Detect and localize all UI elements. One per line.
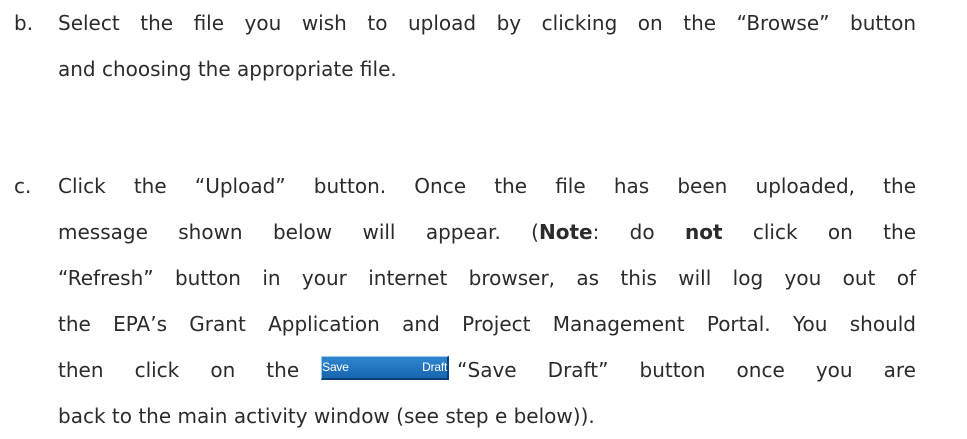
text-segment: message shown below will appear. ( xyxy=(58,220,539,244)
text-segment: “Save Draft” button once you are xyxy=(457,358,916,382)
step-letter: b. xyxy=(14,11,34,35)
not-bold: not xyxy=(684,220,723,244)
step-text: Select the file you wish to upload by cl… xyxy=(58,0,916,92)
step-text: Click the “Upload” button. Once the file… xyxy=(58,163,916,439)
text-line: the EPA’s Grant Application and Project … xyxy=(58,312,916,336)
text-line: Select the file you wish to upload by cl… xyxy=(58,11,916,35)
text-segment: click on the xyxy=(722,220,917,244)
text-segment: then click on the xyxy=(58,358,300,382)
text-line: back to the main activity window (see st… xyxy=(58,404,595,428)
text-line: and choosing the appropriate file. xyxy=(58,57,397,81)
text-line: then click on the Save Draft “Save Draft” … xyxy=(58,347,916,393)
step-letter: c. xyxy=(14,174,32,198)
text-segment: : do xyxy=(592,220,685,244)
save-draft-button[interactable]: Save Draft xyxy=(321,355,450,380)
text-line: Click the “Upload” button. Once the file… xyxy=(58,174,916,198)
text-line: message shown below will appear. (Note: … xyxy=(58,209,916,255)
note-bold: Note xyxy=(538,220,593,244)
text-line: “Refresh” button in your internet browse… xyxy=(58,266,916,290)
